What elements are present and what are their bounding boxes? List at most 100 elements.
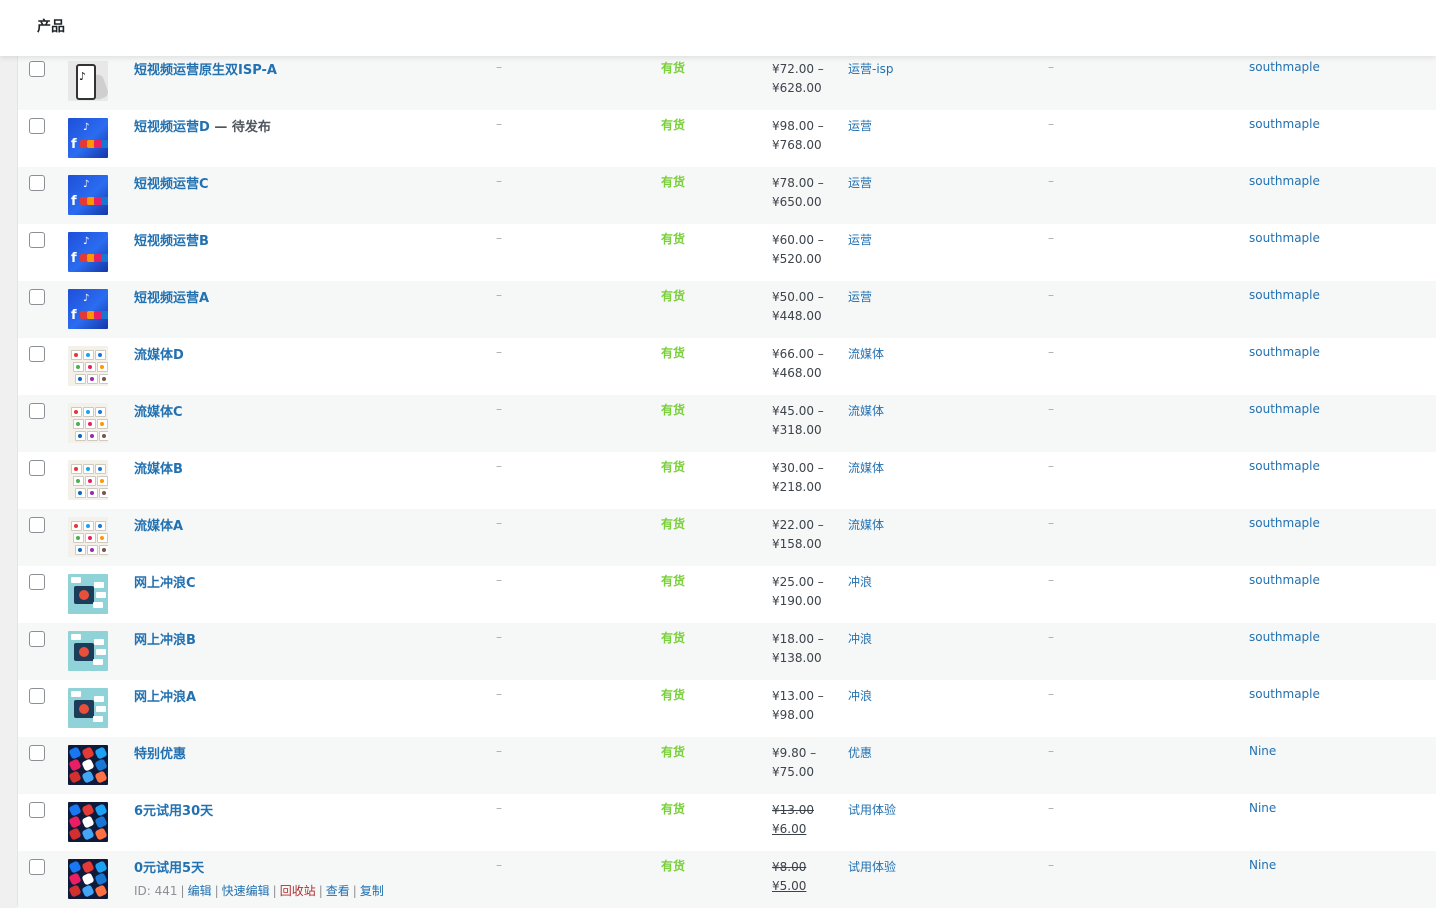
- category-link[interactable]: 运营: [848, 174, 872, 191]
- quick-edit-link[interactable]: 快速编辑: [222, 884, 270, 898]
- author-link[interactable]: southmaple: [1249, 174, 1320, 188]
- product-name-text[interactable]: 短视频运营D: [134, 120, 210, 135]
- category-link[interactable]: 流媒体: [848, 516, 884, 533]
- product-name-text[interactable]: 短视频运营B: [134, 234, 209, 249]
- product-name-link[interactable]: 短视频运营原生双ISP-A: [134, 59, 277, 78]
- product-name-text[interactable]: 网上冲浪A: [134, 690, 196, 705]
- product-name-text[interactable]: 短视频运营A: [134, 291, 209, 306]
- author-link[interactable]: southmaple: [1249, 516, 1320, 530]
- surfing-screen-image[interactable]: [68, 631, 108, 671]
- product-name-link[interactable]: 短视频运营B: [134, 230, 209, 249]
- product-name-link[interactable]: 网上冲浪B: [134, 629, 196, 648]
- product-name-text[interactable]: 短视频运营C: [134, 177, 209, 192]
- app-tile-icon: [94, 860, 108, 874]
- tiktok-phone-image[interactable]: ♪: [68, 61, 108, 101]
- category-link[interactable]: 冲浪: [848, 687, 872, 704]
- product-name-link[interactable]: 短视频运营D — 待发布: [134, 116, 271, 135]
- product-name-text[interactable]: 网上冲浪C: [134, 576, 196, 591]
- app-icons-image[interactable]: [68, 745, 108, 785]
- social-icons-image[interactable]: f ♪: [68, 118, 108, 158]
- product-name-link[interactable]: 流媒体B: [134, 458, 183, 477]
- author-link[interactable]: southmaple: [1249, 402, 1320, 416]
- row-checkbox[interactable]: [29, 517, 45, 533]
- author-link[interactable]: southmaple: [1249, 117, 1320, 131]
- product-name-link[interactable]: 网上冲浪C: [134, 572, 196, 591]
- author-link[interactable]: Nine: [1249, 744, 1276, 758]
- app-icons-image[interactable]: [68, 802, 108, 842]
- product-name-text[interactable]: 流媒体B: [134, 462, 183, 477]
- sku-cell: –: [496, 687, 502, 701]
- author-link[interactable]: southmaple: [1249, 459, 1320, 473]
- keyboard-keys-image[interactable]: [68, 346, 108, 386]
- category-link[interactable]: 流媒体: [848, 402, 884, 419]
- author-link[interactable]: Nine: [1249, 801, 1276, 815]
- category-link[interactable]: 试用体验: [848, 858, 896, 875]
- trash-link[interactable]: 回收站: [280, 884, 316, 898]
- row-checkbox[interactable]: [29, 460, 45, 476]
- product-name-text[interactable]: 短视频运营原生双ISP-A: [134, 63, 277, 78]
- row-checkbox[interactable]: [29, 631, 45, 647]
- product-name-link[interactable]: 网上冲浪A: [134, 686, 196, 705]
- row-checkbox[interactable]: [29, 745, 45, 761]
- product-name-link[interactable]: 短视频运营C: [134, 173, 209, 192]
- author-link[interactable]: southmaple: [1249, 573, 1320, 587]
- product-name-link[interactable]: 流媒体D: [134, 344, 184, 363]
- product-name-text[interactable]: 特别优惠: [134, 747, 186, 762]
- category-link[interactable]: 冲浪: [848, 630, 872, 647]
- product-name-text[interactable]: 流媒体A: [134, 519, 183, 534]
- product-name-link[interactable]: 短视频运营A: [134, 287, 209, 306]
- row-checkbox[interactable]: [29, 688, 45, 704]
- row-checkbox[interactable]: [29, 61, 45, 77]
- row-checkbox[interactable]: [29, 232, 45, 248]
- author-link[interactable]: southmaple: [1249, 687, 1320, 701]
- category-link[interactable]: 流媒体: [848, 345, 884, 362]
- category-link[interactable]: 优惠: [848, 744, 872, 761]
- category-link[interactable]: 运营: [848, 117, 872, 134]
- category-link[interactable]: 运营-isp: [848, 60, 894, 77]
- product-name-link[interactable]: 0元试用5天: [134, 857, 204, 876]
- product-name-text[interactable]: 网上冲浪B: [134, 633, 196, 648]
- social-icons-image[interactable]: f ♪: [68, 232, 108, 272]
- author-link[interactable]: southmaple: [1249, 288, 1320, 302]
- row-checkbox[interactable]: [29, 574, 45, 590]
- author-link[interactable]: southmaple: [1249, 630, 1320, 644]
- social-dot-icon: [101, 197, 108, 205]
- product-name-link[interactable]: 特别优惠: [134, 743, 186, 762]
- category-link[interactable]: 运营: [848, 288, 872, 305]
- row-checkbox[interactable]: [29, 175, 45, 191]
- row-checkbox[interactable]: [29, 346, 45, 362]
- app-tile-icon: [81, 803, 95, 817]
- category-link[interactable]: 流媒体: [848, 459, 884, 476]
- view-link[interactable]: 查看: [326, 884, 350, 898]
- duplicate-link[interactable]: 复制: [360, 884, 384, 898]
- author-link[interactable]: southmaple: [1249, 345, 1320, 359]
- product-name-text[interactable]: 流媒体C: [134, 405, 183, 420]
- category-link[interactable]: 试用体验: [848, 801, 896, 818]
- category-link[interactable]: 冲浪: [848, 573, 872, 590]
- keyboard-keys-image[interactable]: [68, 517, 108, 557]
- social-icons-image[interactable]: f ♪: [68, 289, 108, 329]
- row-checkbox[interactable]: [29, 802, 45, 818]
- author-link[interactable]: southmaple: [1249, 60, 1320, 74]
- keyboard-keys-image[interactable]: [68, 460, 108, 500]
- social-icons-image[interactable]: f ♪: [68, 175, 108, 215]
- row-checkbox[interactable]: [29, 859, 45, 875]
- row-checkbox[interactable]: [29, 403, 45, 419]
- product-name-text[interactable]: 0元试用5天: [134, 861, 204, 876]
- product-name-link[interactable]: 流媒体A: [134, 515, 183, 534]
- row-checkbox[interactable]: [29, 118, 45, 134]
- product-name-link[interactable]: 6元试用30天: [134, 800, 213, 819]
- edit-link[interactable]: 编辑: [188, 884, 212, 898]
- surfing-screen-image[interactable]: [68, 574, 108, 614]
- surfing-screen-image[interactable]: [68, 688, 108, 728]
- row-checkbox[interactable]: [29, 289, 45, 305]
- product-name-text[interactable]: 6元试用30天: [134, 804, 213, 819]
- app-icons-image[interactable]: [68, 859, 108, 899]
- author-link[interactable]: Nine: [1249, 858, 1276, 872]
- author-link[interactable]: southmaple: [1249, 231, 1320, 245]
- keyboard-keys-image[interactable]: [68, 403, 108, 443]
- category-link[interactable]: 运营: [848, 231, 872, 248]
- product-name-text[interactable]: 流媒体D: [134, 348, 184, 363]
- product-name-link[interactable]: 流媒体C: [134, 401, 183, 420]
- card-icon: [93, 659, 103, 665]
